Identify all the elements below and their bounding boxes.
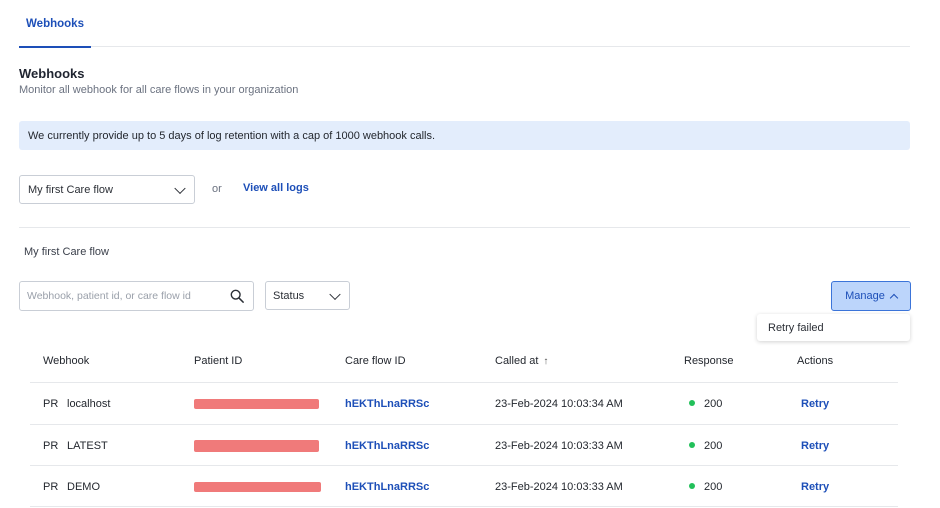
response-status: 200 [689,481,722,493]
webhook-name: DEMO [67,481,100,493]
status-dot-icon [689,483,695,489]
arrow-up-icon: ↑ [543,356,549,367]
status-select[interactable]: Status [265,281,350,310]
manage-button-label: Manage [845,290,885,302]
status-dot-icon [689,442,695,448]
retry-button[interactable]: Retry [801,481,829,493]
care-flow-select[interactable]: My first Care flow [19,175,195,204]
manage-menu-item-retry-failed[interactable]: Retry failed [757,314,910,341]
called-at: 23-Feb-2024 10:03:33 AM [495,440,623,452]
or-separator: or [212,183,222,195]
search-icon[interactable] [230,289,244,303]
response-status: 200 [689,440,722,452]
response-code: 200 [704,481,723,493]
column-header-care-flow-id: Care flow ID [345,355,406,367]
care-flow-select-value: My first Care flow [28,183,113,196]
chevron-down-icon [174,182,186,194]
webhook-prefix: PR [43,481,59,493]
search-input[interactable]: Webhook, patient id, or care flow id [19,281,254,311]
webhook-name: LATEST [67,440,108,452]
page-subtitle: Monitor all webhook for all care flows i… [19,84,299,96]
status-dot-icon [689,400,695,406]
webhook-prefix: PR [43,440,59,452]
info-banner: We currently provide up to 5 days of log… [19,121,910,150]
manage-button[interactable]: Manage [831,281,911,311]
response-code: 200 [704,398,723,410]
redacted-patient-id [194,399,319,409]
row-divider [30,382,898,383]
webhook-prefix: PR [43,398,59,410]
column-header-response: Response [684,355,734,367]
webhook-name: localhost [67,398,111,410]
status-select-value: Status [273,289,305,302]
retry-button[interactable]: Retry [801,440,829,452]
response-code: 200 [704,440,723,452]
column-header-patient-id: Patient ID [194,355,243,367]
row-divider [30,506,898,507]
page-title: Webhooks [19,66,85,81]
care-flow-id-link[interactable]: hEKThLnaRRSc [345,481,429,493]
column-header-called-at[interactable]: Called at ↑ [495,355,548,367]
care-flow-id-link[interactable]: hEKThLnaRRSc [345,440,429,452]
redacted-patient-id [194,440,319,452]
section-divider [19,227,910,228]
called-at-label: Called at [495,355,539,367]
column-header-webhook: Webhook [43,355,90,367]
row-divider [30,424,898,425]
redacted-patient-id [194,482,321,492]
called-at: 23-Feb-2024 10:03:34 AM [495,398,623,410]
tab-webhooks[interactable]: Webhooks [19,0,91,48]
response-status: 200 [689,398,722,410]
retry-button[interactable]: Retry [801,398,829,410]
care-flow-id-link[interactable]: hEKThLnaRRSc [345,398,429,410]
column-header-actions: Actions [797,355,834,367]
chevron-up-icon [889,293,899,302]
chevron-down-icon [329,288,341,300]
row-divider [30,465,898,466]
tab-bar: Webhooks [19,0,910,48]
section-title: My first Care flow [24,246,109,258]
search-placeholder: Webhook, patient id, or care flow id [27,290,191,302]
called-at: 23-Feb-2024 10:03:33 AM [495,481,623,493]
view-all-logs-link[interactable]: View all logs [243,182,309,194]
